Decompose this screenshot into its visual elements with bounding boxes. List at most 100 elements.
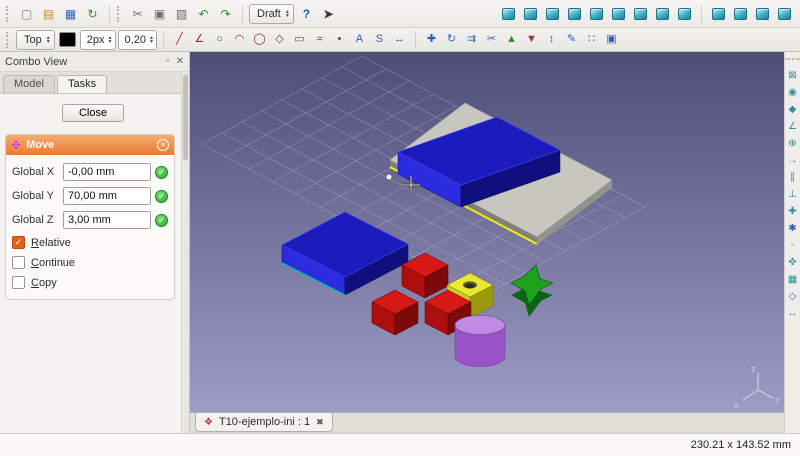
draft-rotate-icon[interactable]: ↻ (442, 30, 461, 49)
global-y-input[interactable]: 70,00 mm (63, 187, 151, 205)
draft-move-icon[interactable]: ✚ (422, 30, 441, 49)
view-top-icon[interactable] (564, 3, 585, 24)
view-bottom-icon[interactable] (630, 3, 651, 24)
draft-bspline-icon[interactable]: ≈ (310, 30, 329, 49)
toolbar-grip[interactable] (785, 58, 800, 62)
draft-to-sketch-icon[interactable] (752, 3, 773, 24)
snap-center-icon[interactable]: ⊕ (786, 137, 800, 151)
new-document-icon[interactable]: ▢ (16, 3, 37, 24)
view-front-icon[interactable] (542, 3, 563, 24)
line-color-swatch[interactable] (59, 32, 76, 47)
panel-scrollbar-thumb[interactable] (183, 75, 188, 160)
draft-shapestring-icon[interactable]: S (370, 30, 389, 49)
relative-checkbox-row[interactable]: ✓ Relative (12, 236, 168, 249)
float-panel-icon[interactable]: ▫ (166, 57, 170, 67)
task-collapse-icon[interactable]: ✕ (157, 139, 169, 151)
cut-icon[interactable]: ✂ (127, 3, 148, 24)
line-width-spinbox[interactable]: 2px ▴▾ (80, 30, 116, 50)
axis-x-label: X (734, 403, 739, 410)
draft-clone-icon[interactable]: ▣ (602, 30, 621, 49)
draft-line-icon[interactable]: ╱ (170, 30, 189, 49)
close-panel-icon[interactable]: ✕ (176, 57, 184, 67)
global-x-input[interactable]: -0,00 mm (63, 163, 151, 181)
draft-toggle-grid-icon[interactable] (774, 3, 795, 24)
draft-polygon-icon[interactable]: ◇ (270, 30, 289, 49)
text-scale-spinbox[interactable]: 0,20 ▴▾ (118, 30, 157, 50)
draft-edit-icon[interactable]: ✎ (562, 30, 581, 49)
continue-checkbox-row[interactable]: ✓ Continue (12, 256, 168, 269)
snap-parallel-icon[interactable]: ∥ (786, 171, 800, 185)
continue-checkbox[interactable]: ✓ (12, 256, 25, 269)
refresh-icon[interactable]: ↻ (82, 3, 103, 24)
snap-lock-icon[interactable]: ⊠ (786, 69, 800, 83)
spin-arrows-icon[interactable]: ▴▾ (150, 36, 153, 44)
toolbar-grip[interactable] (6, 6, 10, 22)
snap-midpoint-icon[interactable]: ◆ (786, 103, 800, 117)
open-document-icon[interactable]: ▤ (38, 3, 59, 24)
draft-downgrade-icon[interactable]: ▼ (522, 30, 541, 49)
view-right-icon[interactable] (586, 3, 607, 24)
view-axonometric-icon[interactable] (674, 3, 695, 24)
draft-arc-icon[interactable]: ◠ (230, 30, 249, 49)
snap-working-plane-icon[interactable]: ◇ (786, 290, 800, 304)
valid-check-icon: ✓ (155, 190, 168, 203)
draft-dimension-icon[interactable]: ↔ (390, 30, 409, 49)
draft-polyline-icon[interactable]: ∠ (190, 30, 209, 49)
draft-select-plane-icon[interactable] (708, 3, 729, 24)
snap-dimensions-icon[interactable]: ↔ (786, 307, 800, 321)
snap-intersection-icon[interactable]: ✚ (786, 205, 800, 219)
close-document-icon[interactable]: ✖ (316, 417, 324, 428)
draft-trimex-icon[interactable]: ✂ (482, 30, 501, 49)
combo-spin-arrows-icon[interactable]: ▴▾ (47, 36, 50, 44)
relative-checkbox[interactable]: ✓ (12, 236, 25, 249)
snap-special-icon[interactable]: ✱ (786, 222, 800, 236)
purple-cylinder[interactable] (455, 316, 505, 367)
snap-endpoint-icon[interactable]: ◉ (786, 86, 800, 100)
view-fit-all-icon[interactable] (498, 3, 519, 24)
close-task-button[interactable]: Close (62, 104, 124, 122)
snap-perpendicular-icon[interactable]: ⊥ (786, 188, 800, 202)
draft-to-draft-icon[interactable] (730, 3, 751, 24)
toolbar-grip[interactable] (6, 32, 10, 48)
draft-array-icon[interactable]: ∷ (582, 30, 601, 49)
draft-offset-icon[interactable]: ⇉ (462, 30, 481, 49)
text-scale-value: 0,20 (125, 34, 146, 46)
snap-angle-icon[interactable]: ∠ (786, 120, 800, 134)
combo-view-titlebar[interactable]: Combo View ▫ ✕ (0, 52, 189, 72)
view-isometric-icon[interactable] (520, 3, 541, 24)
draft-circle-icon[interactable]: ○ (210, 30, 229, 49)
draft-point-icon[interactable]: • (330, 30, 349, 49)
tab-model[interactable]: Model (3, 75, 55, 93)
snap-extension-icon[interactable]: → (786, 154, 800, 168)
select-arrow-icon[interactable]: ➤ (318, 3, 339, 24)
workbench-selector[interactable]: Draft ▴▾ (249, 4, 294, 24)
document-tab[interactable]: ❖ T10-ejemplo-ini : 1 ✖ (195, 413, 333, 432)
copy-icon[interactable]: ▣ (149, 3, 170, 24)
redo-icon[interactable]: ↷ (215, 3, 236, 24)
tab-tasks[interactable]: Tasks (57, 75, 107, 93)
spin-arrows-icon[interactable]: ▴▾ (109, 36, 112, 44)
view-left-icon[interactable] (652, 3, 673, 24)
toolbar-grip[interactable] (117, 6, 121, 22)
paste-icon[interactable]: ▨ (171, 3, 192, 24)
global-z-input[interactable]: 3,00 mm (63, 211, 151, 229)
copy-checkbox-row[interactable]: ✓ Copy (12, 276, 168, 289)
snap-near-icon[interactable]: ◦ (786, 239, 800, 253)
draft-rectangle-icon[interactable]: ▭ (290, 30, 309, 49)
draft-scale-icon[interactable]: ↕ (542, 30, 561, 49)
snap-ortho-icon[interactable]: ✜ (786, 256, 800, 270)
3d-viewport[interactable]: Z X Y (190, 52, 784, 412)
draft-ellipse-icon[interactable]: ◯ (250, 30, 269, 49)
view-rear-icon[interactable] (608, 3, 629, 24)
whatsthis-icon[interactable]: ? (296, 3, 317, 24)
undo-icon[interactable]: ↶ (193, 3, 214, 24)
save-icon[interactable]: ▦ (60, 3, 81, 24)
draft-text-icon[interactable]: A (350, 30, 369, 49)
copy-checkbox[interactable]: ✓ (12, 276, 25, 289)
draft-upgrade-icon[interactable]: ▲ (502, 30, 521, 49)
panel-scrollbar[interactable] (181, 72, 189, 433)
snap-grid-icon[interactable]: ▦ (786, 273, 800, 287)
combo-spin-arrows-icon[interactable]: ▴▾ (286, 10, 289, 18)
working-plane-selector[interactable]: Top ▴▾ (16, 30, 55, 50)
move-task-header[interactable]: ✥ Move ✕ (6, 135, 174, 155)
